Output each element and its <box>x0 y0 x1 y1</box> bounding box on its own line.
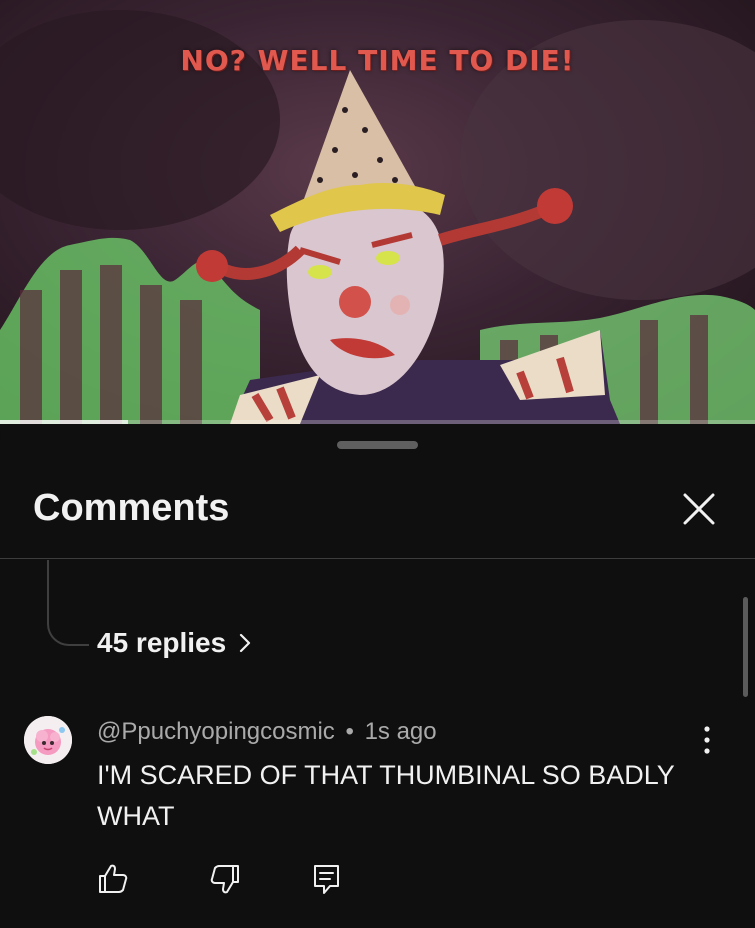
avatar-image <box>24 716 72 764</box>
comments-title: Comments <box>33 487 230 529</box>
close-button[interactable] <box>676 486 722 532</box>
video-player[interactable]: NO? WELL TIME TO DIE! <box>0 0 755 424</box>
reply-comment-icon <box>314 865 339 894</box>
more-vertical-icon <box>704 726 710 754</box>
previous-comment-actions-clipped <box>98 558 448 564</box>
comments-sheet: Comments 45 replies @Ppuchyopingcosmic •… <box>0 424 755 928</box>
comments-scrollbar[interactable] <box>743 597 748 697</box>
comment-meta: @Ppuchyopingcosmic • 1s ago <box>97 718 437 746</box>
avatar[interactable] <box>24 716 72 764</box>
close-icon <box>683 493 715 525</box>
comment-more-button[interactable] <box>690 722 724 758</box>
comment-text: I'M SCARED OF THAT THUMBINAL SO BADLY WH… <box>97 760 675 831</box>
comment-author[interactable]: @Ppuchyopingcosmic <box>97 718 335 745</box>
thumbs-up-icon <box>99 864 128 893</box>
reply-thread-connector <box>47 560 89 646</box>
video-overlay-text: NO? WELL TIME TO DIE! <box>180 44 575 77</box>
meta-separator: • <box>345 718 354 745</box>
replies-count-label: 45 replies <box>97 627 227 658</box>
reply-button[interactable] <box>310 862 344 896</box>
view-replies-button[interactable]: 45 replies <box>97 627 252 659</box>
dislike-button[interactable] <box>208 862 242 896</box>
thumbs-down-icon <box>210 865 239 894</box>
like-button[interactable] <box>96 862 130 896</box>
comment-time: 1s ago <box>364 718 437 745</box>
sheet-drag-handle[interactable] <box>337 441 418 449</box>
chevron-right-icon <box>240 633 251 653</box>
